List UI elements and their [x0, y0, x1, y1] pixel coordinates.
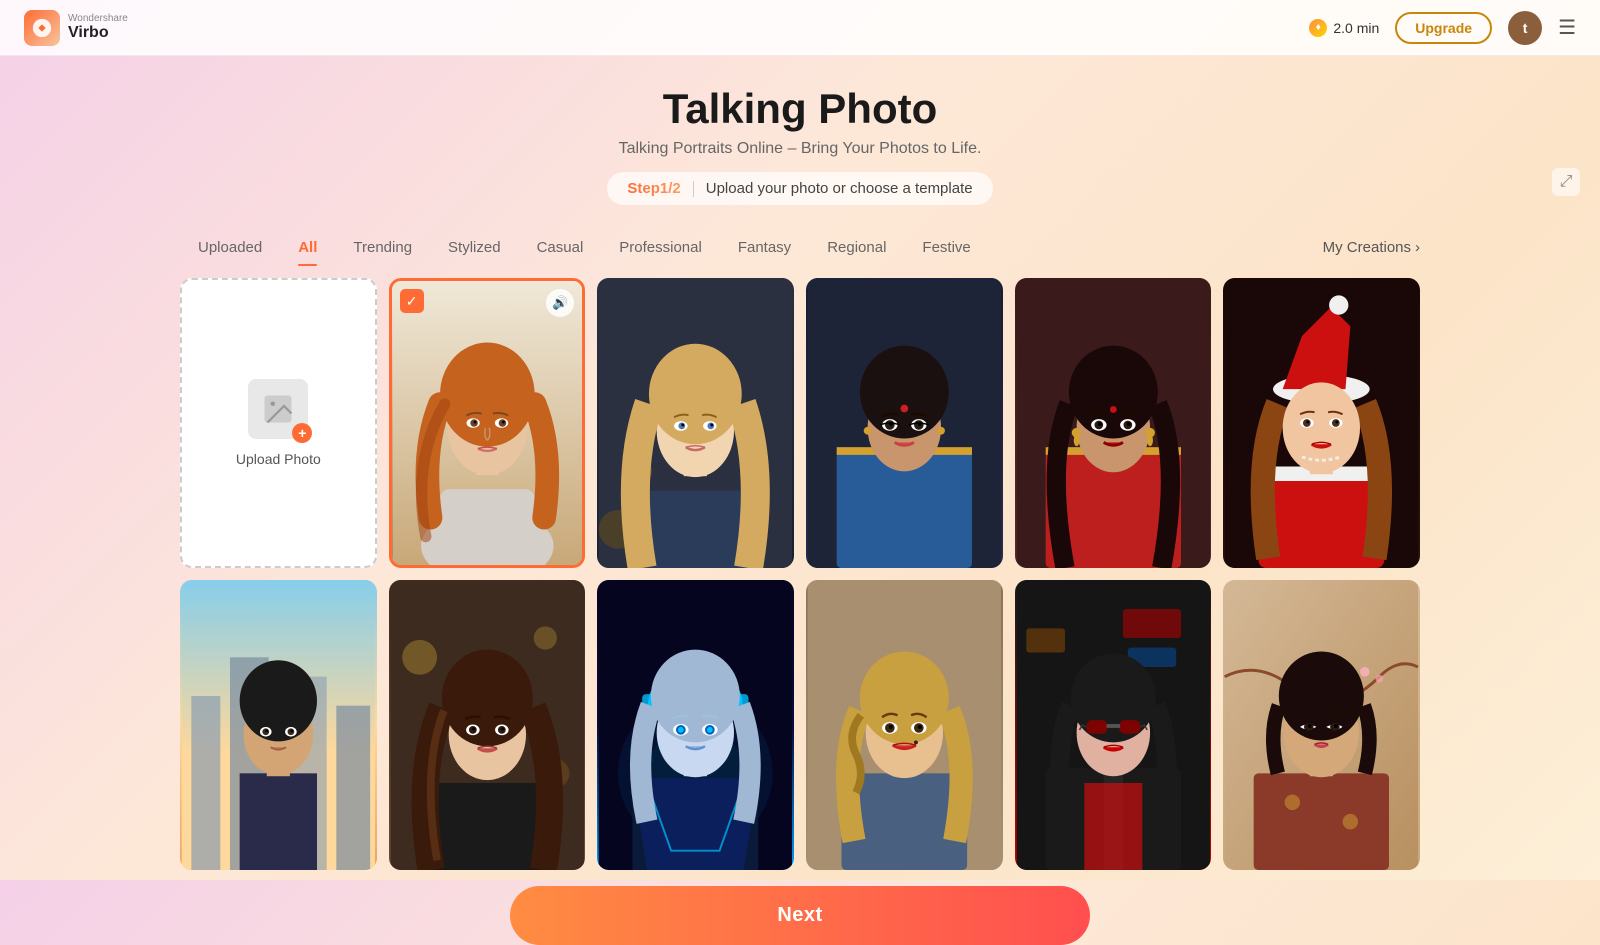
- step-divider: [693, 181, 694, 197]
- collapse-icon[interactable]: ⤢: [1552, 168, 1580, 196]
- upload-plus-icon: +: [292, 423, 312, 443]
- my-creations-arrow: ›: [1415, 239, 1420, 256]
- header: Wondershare Virbo ♦ 2.0 min Upgrade t ☰: [0, 0, 1600, 56]
- tab-uploaded[interactable]: Uploaded: [180, 229, 280, 266]
- upgrade-button[interactable]: Upgrade: [1395, 12, 1492, 44]
- next-button[interactable]: Next: [510, 886, 1090, 945]
- tab-regional[interactable]: Regional: [809, 229, 904, 266]
- avatar: t: [1508, 11, 1542, 45]
- photo-card-9[interactable]: [806, 580, 1003, 870]
- upload-icon: +: [248, 379, 308, 439]
- photo-card-5[interactable]: [1223, 278, 1420, 568]
- logo: Wondershare Virbo: [24, 10, 128, 46]
- tab-trending[interactable]: Trending: [335, 229, 430, 266]
- upload-card[interactable]: + Upload Photo: [180, 278, 377, 568]
- photo-grid: + Upload Photo: [0, 266, 1600, 870]
- upload-image-icon: [260, 391, 296, 427]
- tab-professional[interactable]: Professional: [601, 229, 720, 266]
- step-desc: Upload your photo or choose a template: [706, 180, 973, 197]
- logo-icon: [24, 10, 60, 46]
- photo-card-1-inner: ✓ 🔊: [392, 281, 583, 565]
- selected-check-1: ✓: [400, 289, 424, 313]
- photo-card-2[interactable]: [597, 278, 794, 568]
- next-btn-container: Next: [0, 870, 1600, 945]
- credits-display: ♦ 2.0 min: [1309, 19, 1379, 37]
- upload-label: Upload Photo: [236, 451, 321, 467]
- page-subtitle: Talking Portraits Online – Bring Your Ph…: [0, 140, 1600, 158]
- hero-section: Talking Photo Talking Portraits Online –…: [0, 56, 1600, 221]
- photo-card-3[interactable]: [806, 278, 1003, 568]
- my-creations-label: My Creations: [1323, 239, 1411, 256]
- tab-fantasy[interactable]: Fantasy: [720, 229, 809, 266]
- tab-festive[interactable]: Festive: [904, 229, 988, 266]
- menu-icon[interactable]: ☰: [1558, 15, 1576, 40]
- logo-text: Wondershare Virbo: [68, 13, 128, 42]
- photo-card-8[interactable]: [597, 580, 794, 870]
- tab-stylized[interactable]: Stylized: [430, 229, 519, 266]
- step-text: Step1/2: [627, 180, 680, 197]
- photo-card-6[interactable]: [180, 580, 377, 870]
- credits-value: 2.0 min: [1333, 20, 1379, 36]
- photo-card-7[interactable]: [389, 580, 586, 870]
- header-right: ♦ 2.0 min Upgrade t ☰: [1309, 11, 1576, 45]
- step-indicator: Step1/2 Upload your photo or choose a te…: [607, 172, 992, 205]
- tab-all[interactable]: All: [280, 229, 335, 266]
- tab-casual[interactable]: Casual: [519, 229, 602, 266]
- logo-name: Virbo: [68, 24, 128, 42]
- photo-card-10[interactable]: [1015, 580, 1212, 870]
- logo-brand: Wondershare: [68, 13, 128, 24]
- page-title: Talking Photo: [0, 84, 1600, 134]
- photo-card-4[interactable]: [1015, 278, 1212, 568]
- photo-card-1[interactable]: ✓ 🔊: [389, 278, 586, 568]
- credits-icon: ♦: [1309, 19, 1327, 37]
- photo-card-11[interactable]: [1223, 580, 1420, 870]
- my-creations-link[interactable]: My Creations ›: [1323, 239, 1420, 256]
- tab-bar: Uploaded All Trending Stylized Casual Pr…: [0, 229, 1600, 266]
